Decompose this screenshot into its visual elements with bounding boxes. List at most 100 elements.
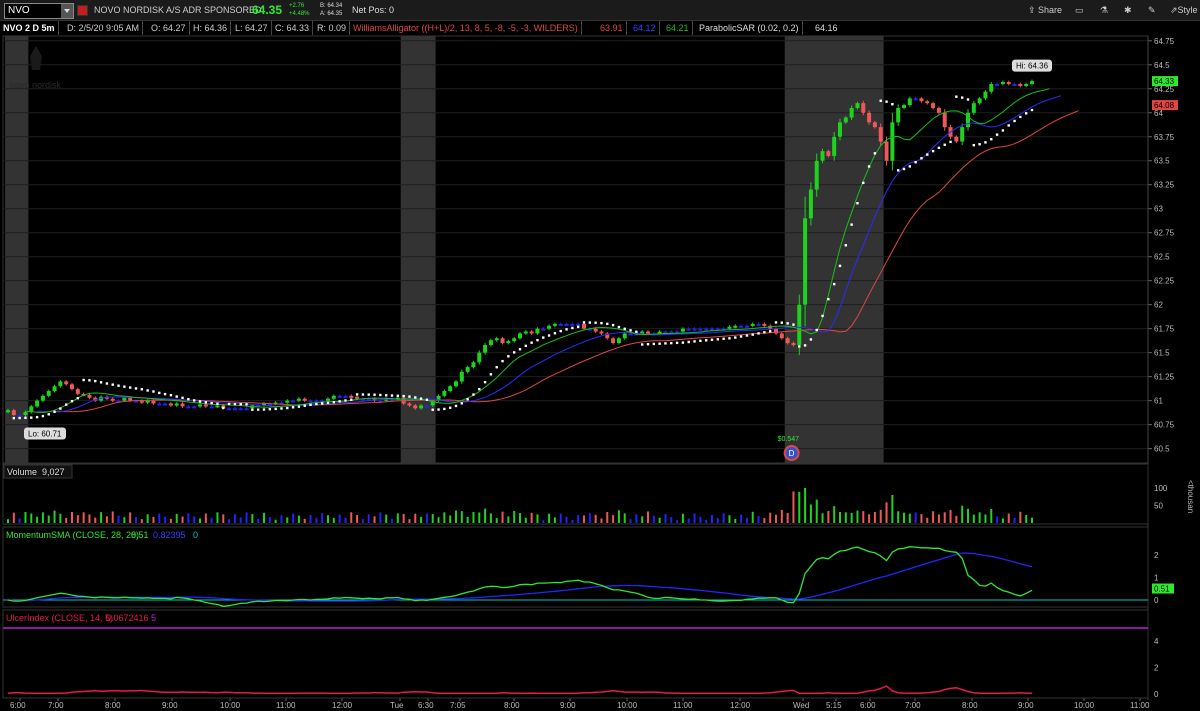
y-tick-label: 61.75 <box>1154 325 1175 334</box>
psar-dot <box>280 407 283 410</box>
psar-dot <box>699 339 702 343</box>
x-tick-label: 6:30 <box>418 701 434 710</box>
volume-tick: 100 <box>1154 484 1168 493</box>
psar-dot <box>606 322 609 326</box>
candle-body <box>733 325 738 328</box>
volume-bar <box>152 516 155 523</box>
psar-dot <box>53 410 56 414</box>
candle-body <box>75 389 80 394</box>
psar-dot <box>18 416 21 420</box>
volume-bar <box>542 520 545 523</box>
y-tick-label: 60.75 <box>1154 421 1175 430</box>
ulcer-tick: 0 <box>1154 690 1159 699</box>
candle-body <box>983 91 988 99</box>
volume-bar <box>274 519 277 523</box>
volume-title: Volume <box>7 467 37 477</box>
volume-bar <box>239 517 242 523</box>
psar-dot <box>501 359 504 363</box>
psar-dot <box>245 403 248 406</box>
psar-dot <box>728 337 731 340</box>
candle-body <box>23 412 28 416</box>
volume-bar <box>257 518 260 523</box>
psar-dot <box>12 416 16 420</box>
volume-bar <box>722 513 725 523</box>
psar-dot <box>1019 115 1022 119</box>
candle-body <box>58 381 63 387</box>
psar-dot <box>640 343 644 346</box>
psar-dot <box>483 380 487 384</box>
psar-dot <box>233 402 237 406</box>
candle-body <box>285 400 290 403</box>
psar-dot <box>402 394 405 398</box>
volume-bar <box>332 517 335 523</box>
psar-dot <box>588 321 592 324</box>
candle-body <box>971 103 976 113</box>
psar-dot <box>693 340 696 343</box>
candle-body <box>6 410 10 413</box>
psar-dot <box>35 415 39 419</box>
volume-bar <box>553 517 556 523</box>
volume-bar <box>36 516 39 523</box>
volume-bar <box>757 516 760 523</box>
volume-bar <box>623 513 626 523</box>
candle-body <box>593 328 598 332</box>
psar-dot <box>361 393 365 396</box>
volume-bar <box>385 514 388 523</box>
candle-body <box>174 403 179 406</box>
volume-bar <box>1025 514 1028 523</box>
candle-body <box>803 218 808 305</box>
chart-canvas[interactable]: 64.75 64.5 64.25 64 63.75 63.5 63.25 63 62.75 62.… <box>0 0 1200 711</box>
candle-body <box>966 112 970 128</box>
x-tick-label: 6:00 <box>860 701 876 710</box>
volume-bar <box>519 513 521 523</box>
volume-bar <box>1031 517 1033 523</box>
volume-bar <box>501 511 504 523</box>
volume-bar <box>59 513 62 523</box>
volume-bar <box>94 517 97 523</box>
volume-bar <box>815 499 818 523</box>
psar-dot <box>734 336 737 339</box>
ulcer-title: UlcerIndex (CLOSE, 14, 5) <box>6 613 113 623</box>
volume-bar <box>507 516 510 523</box>
candle-body <box>977 98 982 104</box>
volume-bar <box>728 515 731 523</box>
volume-bar <box>734 518 737 523</box>
volume-bar <box>140 519 143 523</box>
volume-bar <box>681 513 684 523</box>
y-tick-label: 64.25 <box>1154 85 1175 94</box>
volume-bar <box>920 514 923 523</box>
volume-bar <box>705 519 708 523</box>
candle-body <box>622 333 627 339</box>
psar-dot <box>379 393 382 397</box>
volume-bar <box>961 505 964 523</box>
volume-bar <box>303 518 306 523</box>
psar-dot <box>675 341 679 345</box>
ulcer-tick: 4 <box>1154 637 1159 646</box>
psar-dot <box>152 390 155 393</box>
lo-label: Lo: 60.71 <box>28 429 62 438</box>
candle-body <box>838 122 842 137</box>
candle-body <box>616 338 621 344</box>
candle-body <box>727 326 732 329</box>
candle-body <box>238 408 243 411</box>
last-price-tag: 64.33 <box>1154 77 1175 86</box>
volume-bar <box>1013 517 1016 523</box>
candle-body <box>692 328 697 331</box>
volume-bar <box>1019 511 1022 523</box>
volume-bar <box>780 509 783 523</box>
momentum-zero-label: 0 <box>193 530 198 540</box>
psar-dot <box>495 366 498 369</box>
candle-body <box>46 391 51 396</box>
volume-bar <box>193 516 196 523</box>
volume-bar <box>763 518 766 523</box>
psar-dot <box>82 378 85 382</box>
psar-dot <box>70 399 74 403</box>
psar-dot <box>955 95 958 98</box>
candle-body <box>779 333 784 339</box>
candle-body <box>465 367 470 372</box>
volume-bar <box>775 514 777 523</box>
volume-bar <box>449 515 452 523</box>
volume-bar <box>745 517 748 523</box>
candle-body <box>995 83 1000 86</box>
candle-body <box>680 328 685 332</box>
